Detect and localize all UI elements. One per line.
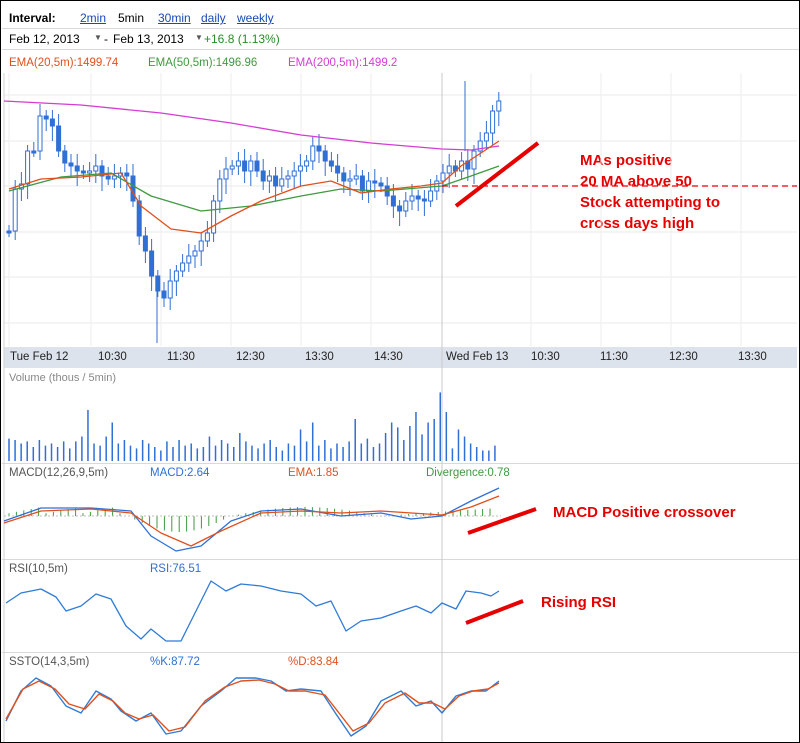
candle [68,162,74,167]
candle [415,195,421,200]
candle [490,110,496,134]
candle [279,178,285,187]
candle [322,150,328,162]
candle [217,178,223,202]
candle [248,160,254,172]
candle [62,150,68,164]
candle [124,172,130,177]
candle [43,115,49,120]
candle [155,275,161,292]
candle [496,100,502,112]
annotation-trend-line [465,599,524,625]
candle [335,165,341,174]
candle [316,145,322,152]
candle [204,232,210,242]
candle [192,250,198,257]
candle [390,195,396,207]
candle [266,175,272,182]
candle [37,115,43,152]
candle [211,200,217,234]
candle [74,165,80,172]
candle [198,240,204,252]
candle [328,160,334,167]
candle [421,198,427,202]
macd-signal-line [3,495,500,547]
annotation-trend-line [467,507,537,535]
candle [353,175,359,180]
candle [304,160,310,167]
candle [161,290,167,299]
candle [130,175,136,202]
candle [25,150,31,185]
candle [409,195,415,202]
candle [93,165,99,172]
candle [56,125,62,152]
candle [229,165,235,170]
candle [483,132,489,142]
candle [428,190,434,202]
candle [49,118,55,127]
candle [273,175,279,187]
candle [223,168,229,180]
ssto-d-line [5,679,500,732]
macd-line [3,487,500,552]
candle [440,172,446,182]
candle [397,205,403,212]
candle [372,180,378,184]
candle [446,165,452,174]
candle [403,200,409,212]
candle [471,150,477,170]
candle [285,175,291,180]
candle [242,160,248,172]
candle [173,270,179,282]
candle [235,160,241,167]
candle [366,180,372,192]
candle [297,165,303,172]
candle [260,170,266,182]
candle [12,188,18,232]
ema200-line [3,100,500,151]
candle [180,262,186,272]
candle [142,235,148,252]
candle [31,150,37,154]
rsi-line [5,580,500,642]
candle [341,172,347,182]
candle [149,250,155,277]
candle [6,230,12,234]
candle [87,170,93,174]
candle [291,170,297,177]
candle [310,145,316,162]
candle [254,160,260,172]
candle [359,175,365,192]
candle [80,170,86,174]
chart-canvas [3,73,797,742]
candle [347,178,353,182]
candle [186,255,192,264]
candle [378,182,384,187]
candle [105,175,111,180]
candle [167,280,173,299]
chart-frame: Interval: 2min 5min 30min daily weekly F… [0,0,800,743]
